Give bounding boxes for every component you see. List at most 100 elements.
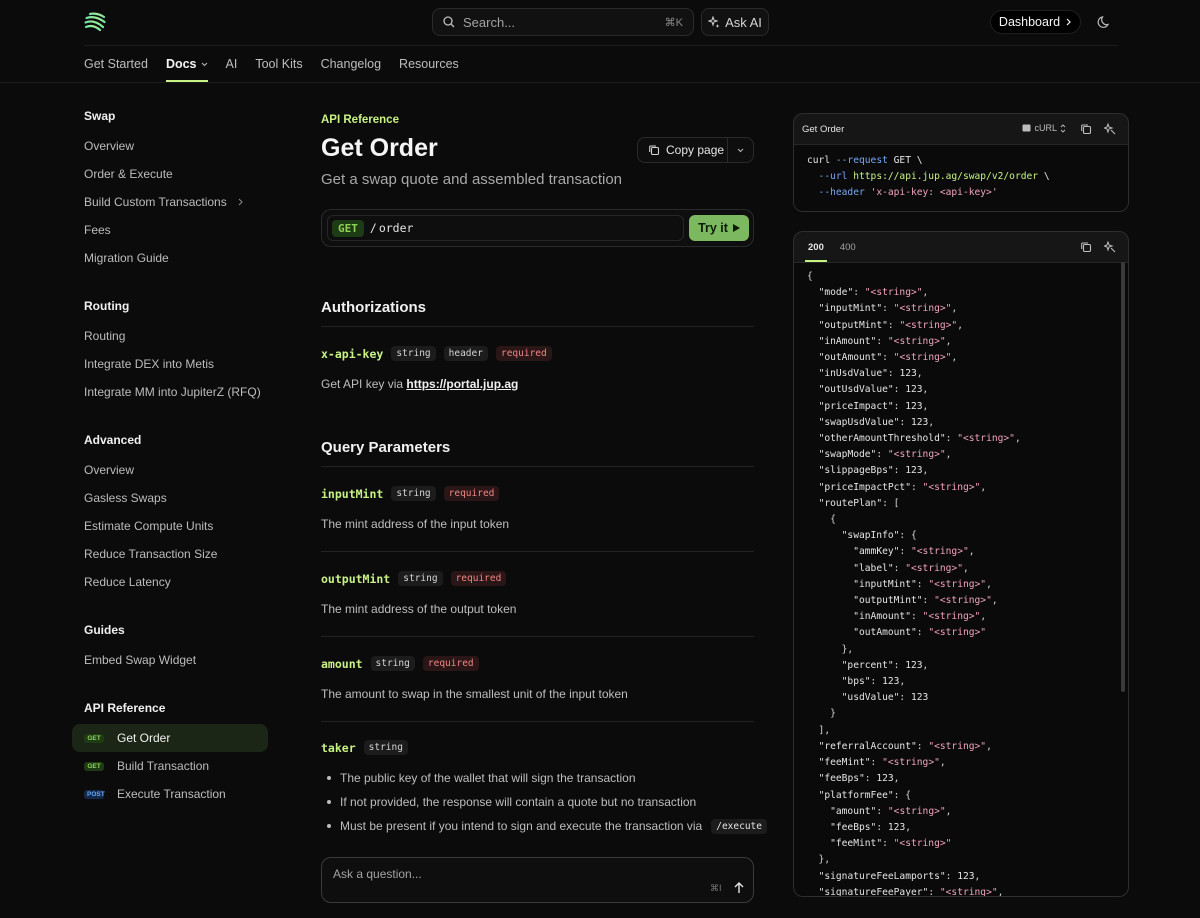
language-label: cURL	[1034, 123, 1057, 133]
sidebar-item-migration-guide[interactable]: Migration Guide	[72, 244, 268, 272]
code-line: --url https://api.jup.ag/swap/v2/order \	[807, 169, 1115, 185]
code-line: "bps": 123,	[841, 676, 906, 688]
copy-page-menu-button[interactable]	[728, 148, 753, 153]
code-line: "percent": 123,	[841, 659, 929, 671]
param-type: string	[391, 486, 436, 501]
sidebar-item-order-execute[interactable]: Order & Execute	[72, 160, 268, 188]
sidebar-item-reduce-transaction-size[interactable]: Reduce Transaction Size	[72, 540, 268, 568]
tab-resources[interactable]: Resources	[399, 46, 459, 82]
endpoint-bar: GET / order Try it	[321, 209, 754, 247]
code-line: "outputMint": "<string>",	[853, 595, 998, 607]
search-placeholder: Search...	[463, 14, 516, 30]
endpoint-url[interactable]: GET / order	[327, 215, 684, 241]
sidebar-item-label: Build Custom Transactions	[84, 195, 227, 209]
code-line: "inAmount": "<string>",	[853, 611, 987, 623]
tab-tool-kits[interactable]: Tool Kits	[255, 46, 302, 82]
sidebar-item-fees[interactable]: Fees	[72, 216, 268, 244]
sidebar-item-advanced-overview[interactable]: Overview	[72, 456, 268, 484]
param-x-api-key: x-api-key string header required	[321, 346, 552, 361]
tab-label: Resources	[399, 57, 459, 71]
sidebar-item-reduce-latency[interactable]: Reduce Latency	[72, 568, 268, 596]
tab-ai[interactable]: AI	[226, 46, 238, 82]
param-required: required	[422, 656, 479, 671]
code-line: "inAmount": "<string>",	[818, 335, 952, 347]
copy-icon	[649, 145, 660, 156]
code-line: "feeMint": "<string>"	[830, 838, 952, 850]
sidebar-group-title: Routing	[84, 299, 130, 313]
scrollbar[interactable]	[1121, 262, 1125, 692]
sidebar-item-overview[interactable]: Overview	[72, 132, 268, 160]
sidebar-item-build-custom-transactions[interactable]: Build Custom Transactions	[72, 188, 268, 216]
code-line: },	[807, 643, 854, 655]
code-line: "swapInfo": {	[841, 530, 917, 542]
ask-ai-sparkle-icon[interactable]	[1104, 241, 1116, 253]
tab-response-200[interactable]: 200	[805, 232, 827, 262]
inline-code: /execute	[711, 818, 767, 834]
tab-changelog[interactable]: Changelog	[321, 46, 381, 82]
code-line: "signatureFeeLamports": 123,	[818, 870, 981, 882]
sidebar-group-title: Advanced	[84, 433, 142, 447]
ask-ai-button[interactable]: Ask AI	[701, 8, 769, 36]
divider	[321, 551, 754, 552]
response-panel-header: 200 400	[794, 232, 1128, 262]
jupiter-logo-icon[interactable]	[84, 11, 106, 33]
sidebar-item-estimate-compute-units[interactable]: Estimate Compute Units	[72, 512, 268, 540]
dashboard-label: Dashboard	[998, 15, 1061, 29]
language-selector[interactable]: cURL	[1022, 123, 1066, 133]
code-line: "usdValue": 123	[841, 692, 929, 704]
sidebar-item-integrate-dex[interactable]: Integrate DEX into Metis	[72, 350, 268, 378]
moon-icon[interactable]	[1097, 14, 1113, 30]
sidebar-item-integrate-mm[interactable]: Integrate MM into JupiterZ (RFQ)	[72, 378, 268, 406]
tab-label: Changelog	[320, 57, 382, 71]
param-name: x-api-key	[321, 346, 384, 361]
param-type: string	[370, 656, 415, 671]
dashboard-button[interactable]: Dashboard	[990, 10, 1081, 34]
method-badge: GET	[84, 733, 104, 743]
code-token: --url	[807, 171, 848, 183]
code-token: curl	[807, 155, 831, 166]
code-line: "inputMint": "<string>",	[853, 578, 992, 590]
code-line: "feeMint": "<string>",	[818, 757, 946, 769]
response-example-panel: 200 400 { "mode": "<string>", "inputMint…	[793, 231, 1129, 897]
sidebar-item-embed-swap-widget[interactable]: Embed Swap Widget	[72, 646, 268, 674]
sidebar-item-build-transaction[interactable]: GET Build Transaction	[72, 752, 268, 780]
tab-label: Get Started	[84, 57, 148, 71]
code-line: "referralAccount": "<string>",	[818, 740, 992, 752]
sidebar-item-execute-transaction[interactable]: POST Execute Transaction	[72, 780, 268, 808]
ask-question-input[interactable]: Ask a question... ⌘I	[321, 857, 754, 903]
chevron-updown-icon	[1060, 123, 1066, 133]
description-text: Get API key via	[321, 377, 407, 391]
code-line: "inputMint": "<string>",	[818, 303, 958, 315]
response-code-block: { "mode": "<string>", "inputMint": "<str…	[794, 262, 1128, 896]
sidebar-group-routing: Routing Routing Integrate DEX into Metis…	[72, 290, 268, 406]
divider	[321, 466, 754, 467]
try-it-button[interactable]: Try it	[689, 215, 749, 241]
param-description: The mint address of the output token	[321, 602, 517, 616]
param-required: required	[495, 346, 552, 361]
list-item: If not provided, the response will conta…	[327, 790, 767, 814]
chevron-down-icon	[737, 148, 744, 152]
sidebar-item-get-order[interactable]: GET Get Order	[72, 724, 268, 752]
sidebar-group-advanced: Advanced Overview Gasless Swaps Estimate…	[72, 424, 268, 596]
copy-page-button[interactable]: Copy page	[638, 138, 729, 162]
bullet-text: Must be present if you intend to sign an…	[340, 819, 703, 833]
tab-response-400[interactable]: 400	[840, 232, 856, 262]
taker-bullet-list: The public key of the wallet that will s…	[327, 766, 767, 838]
tab-get-started[interactable]: Get Started	[84, 46, 148, 82]
arrow-up-icon[interactable]	[733, 881, 745, 895]
sidebar-item-routing[interactable]: Routing	[72, 322, 268, 350]
ask-ai-sparkle-icon[interactable]	[1104, 123, 1116, 135]
endpoint-slash: /	[369, 221, 377, 235]
code-token: --request	[830, 155, 888, 166]
code-line: "amount": "<string>",	[830, 805, 952, 817]
method-badge: GET	[84, 761, 104, 771]
sidebar-item-gasless-swaps[interactable]: Gasless Swaps	[72, 484, 268, 512]
tab-docs[interactable]: Docs	[165, 46, 208, 82]
sidebar: Swap Overview Order & Execute Build Cust…	[72, 100, 268, 808]
copy-icon[interactable]	[1080, 241, 1092, 253]
search-box[interactable]: Search... ⌘K	[432, 8, 694, 36]
copy-icon[interactable]	[1080, 123, 1092, 135]
sidebar-group-title: Guides	[84, 623, 125, 637]
code-line: --header 'x-api-key: <api-key>'	[807, 185, 1115, 201]
portal-link[interactable]: https://portal.jup.ag	[406, 377, 518, 391]
